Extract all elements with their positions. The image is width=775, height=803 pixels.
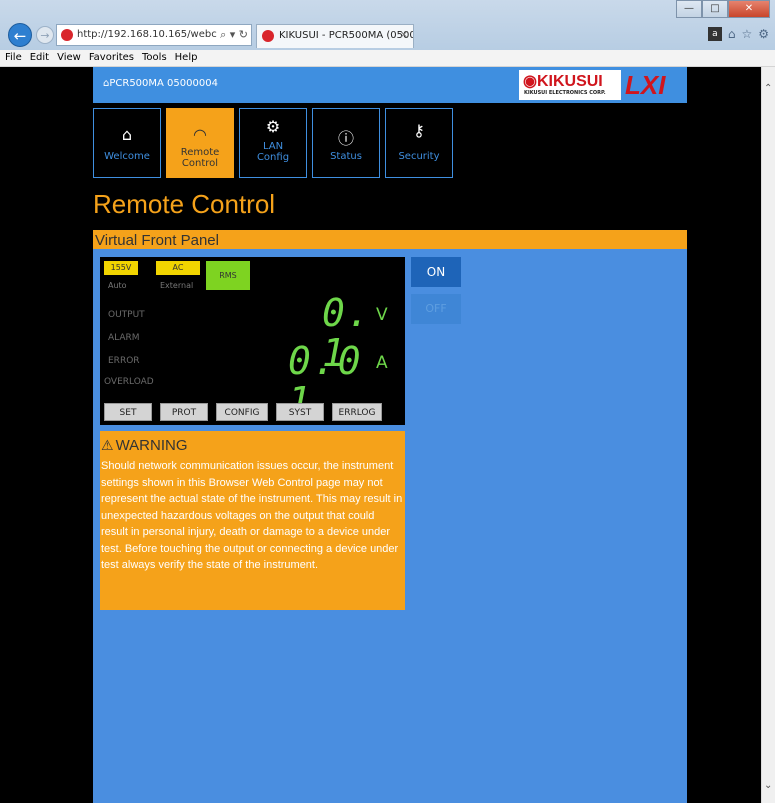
nav-label: Security: [398, 151, 440, 162]
settings-gear-icon[interactable]: ⚙: [758, 27, 769, 41]
source-badge[interactable]: AC: [156, 261, 200, 275]
browser-menubar: File Edit View Favorites Tools Help: [0, 50, 775, 67]
favorites-star-icon[interactable]: ☆: [741, 27, 752, 41]
alarm-status: ALARM: [108, 333, 140, 343]
minimize-button[interactable]: —: [676, 0, 702, 18]
search-refresh-icon[interactable]: ⌕ ▾ ↻: [217, 25, 248, 45]
voltage-unit: V: [376, 305, 388, 325]
config-key[interactable]: CONFIG: [216, 403, 268, 421]
rms-badge[interactable]: RMS: [206, 261, 250, 290]
window-controls: — □ ✕: [676, 0, 770, 18]
page-scrollbar[interactable]: ⌃ ⌄: [761, 67, 775, 803]
device-name: PCR500MA 05000004: [109, 78, 218, 89]
menu-tools[interactable]: Tools: [142, 52, 167, 63]
home-icon: ⌂: [121, 125, 133, 144]
tab-title: KIKUSUI - PCR500MA (0500...: [279, 30, 414, 41]
back-button[interactable]: ←: [8, 23, 32, 47]
warning-heading: ⚠ WARNING: [101, 435, 404, 456]
forward-button[interactable]: →: [36, 26, 54, 44]
output-off-button[interactable]: OFF: [411, 294, 461, 324]
amazon-addon-icon[interactable]: a: [707, 27, 722, 41]
menu-view[interactable]: View: [57, 52, 81, 63]
menu-help[interactable]: Help: [175, 52, 198, 63]
maximize-button[interactable]: □: [702, 0, 728, 18]
output-status: OUTPUT: [108, 310, 145, 320]
menu-edit[interactable]: Edit: [30, 52, 49, 63]
gear-icon: ⚙: [265, 117, 281, 136]
section-header: Virtual Front Panel: [93, 230, 687, 249]
content-area: 155V Auto AC External RMS OUTPUT ALARM E…: [93, 249, 687, 803]
nav-label: Remote Control: [180, 147, 220, 169]
kikusui-logo: ◉KIKUSUI KIKUSUI ELECTRONICS CORP.: [519, 70, 621, 100]
web-page: ⌂PCR500MA 05000004 ◉KIKUSUI KIKUSUI ELEC…: [93, 67, 687, 803]
source-sub: External: [160, 281, 194, 290]
menu-favorites[interactable]: Favorites: [89, 52, 134, 63]
nav-welcome[interactable]: ⌂ Welcome: [93, 108, 161, 178]
nav-remote-control[interactable]: ◠ Remote Control: [166, 108, 234, 178]
scroll-down-icon[interactable]: ⌄: [764, 780, 772, 791]
home-browser-icon[interactable]: ⌂: [728, 27, 736, 41]
nav-lan-config[interactable]: ⚙ LAN Config: [239, 108, 307, 178]
menu-file[interactable]: File: [5, 52, 22, 63]
logo-brand: ◉KIKUSUI: [523, 73, 603, 90]
nav-label: Welcome: [104, 151, 150, 162]
gauge-icon: ◠: [193, 125, 207, 144]
site-favicon-icon: [61, 29, 73, 41]
overload-status: OVERLOAD: [104, 377, 154, 387]
current-unit: A: [376, 353, 388, 373]
nav-label: Status: [330, 151, 362, 162]
browser-toolbar-icons: a ⌂ ☆ ⚙: [707, 27, 769, 41]
syst-key[interactable]: SYST: [276, 403, 324, 421]
error-status: ERROR: [108, 356, 140, 366]
scroll-up-icon[interactable]: ⌃: [764, 83, 772, 94]
tab-close-icon[interactable]: ✕: [400, 25, 408, 47]
warning-text: Should network communication issues occu…: [101, 460, 403, 571]
nav-status[interactable]: ⓘ Status: [312, 108, 380, 178]
warning-box: ⚠ WARNING Should network communication is…: [100, 431, 405, 610]
set-key[interactable]: SET: [104, 403, 152, 421]
browser-titlebar: ← → http://192.168.10.165/webctl. ⌕ ▾ ↻ …: [0, 0, 775, 50]
output-on-button[interactable]: ON: [411, 257, 461, 287]
lxi-logo: LXI: [625, 70, 666, 100]
errlog-key[interactable]: ERRLOG: [332, 403, 382, 421]
range-sub: Auto: [108, 281, 127, 290]
tab-favicon-icon: [262, 30, 274, 42]
virtual-front-panel: 155V Auto AC External RMS OUTPUT ALARM E…: [100, 257, 405, 425]
nav-security[interactable]: ⚷ Security: [385, 108, 453, 178]
close-window-button[interactable]: ✕: [728, 0, 770, 18]
info-icon: ⓘ: [337, 129, 354, 148]
browser-tab[interactable]: KIKUSUI - PCR500MA (0500... ✕: [256, 24, 414, 48]
prot-key[interactable]: PROT: [160, 403, 208, 421]
section-title: Virtual Front Panel: [95, 232, 219, 249]
page-title: Remote Control: [93, 189, 276, 219]
address-bar[interactable]: http://192.168.10.165/webctl. ⌕ ▾ ↻: [56, 24, 252, 46]
nav-label: LAN Config: [256, 141, 290, 163]
range-badge[interactable]: 155V: [104, 261, 138, 275]
address-url: http://192.168.10.165/webctl.: [77, 29, 227, 40]
key-icon: ⚷: [413, 121, 425, 140]
home-link[interactable]: ⌂PCR500MA 05000004: [103, 78, 218, 89]
logo-corp: KIKUSUI ELECTRONICS CORP.: [524, 90, 606, 96]
warning-title: WARNING: [115, 437, 188, 454]
page-header: ⌂PCR500MA 05000004 ◉KIKUSUI KIKUSUI ELEC…: [93, 67, 687, 103]
warning-icon: ⚠: [101, 437, 114, 453]
